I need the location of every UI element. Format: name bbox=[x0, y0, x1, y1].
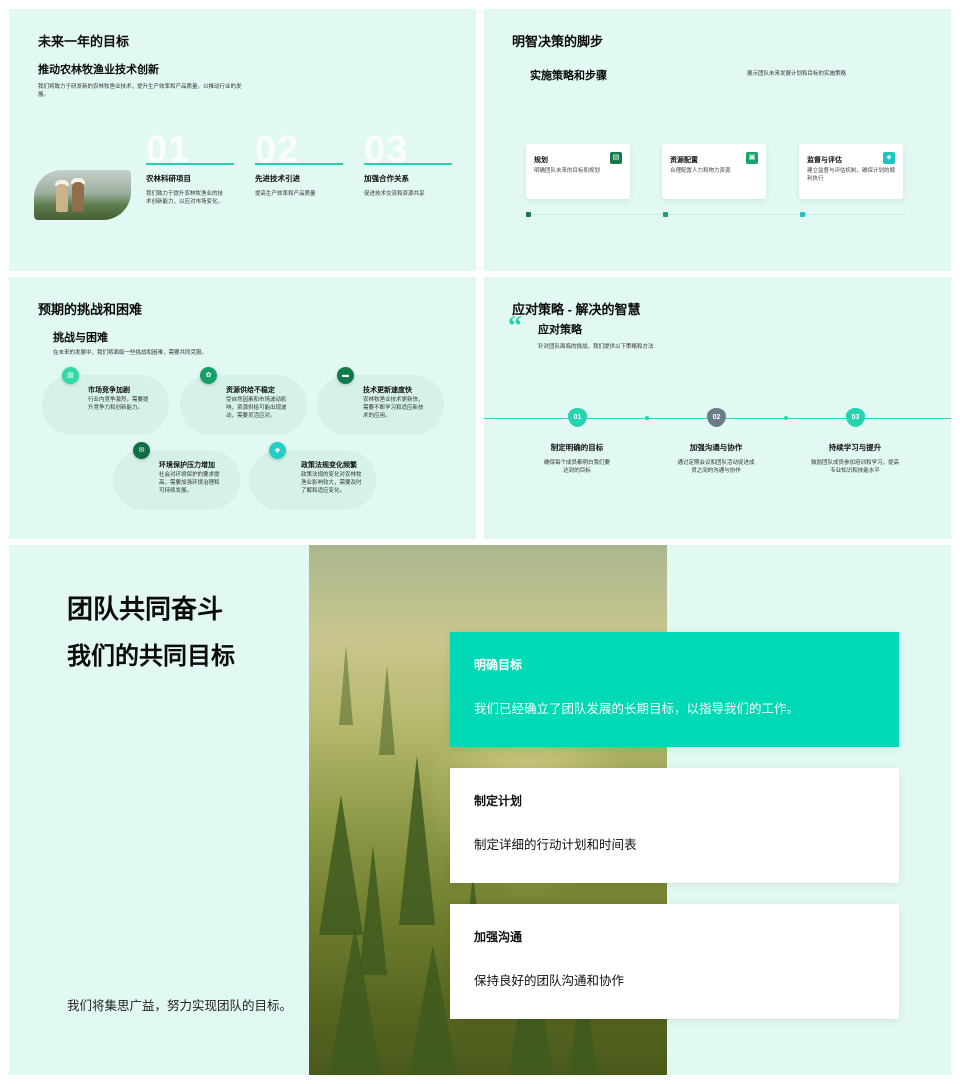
challenge-title: 政策法规变化频繁 bbox=[301, 462, 357, 469]
challenge-title: 技术更新速度快 bbox=[363, 387, 412, 394]
challenge-environment: ✉ 环境保护压力增加 社会对环境保护的要求提高，需要加强环境治理和可持续发展。 bbox=[113, 442, 240, 510]
goal-title: 加强合作关系 bbox=[364, 173, 409, 183]
challenge-technology: ▬ 技术更新速度快 农林牧渔业技术更新快，需要不断学习和适应新技术的应用。 bbox=[317, 367, 444, 435]
strategy-desc: 通过定期会议和团队活动促进成员之间的沟通与协作 bbox=[677, 460, 755, 474]
truck-icon: ▬ bbox=[337, 367, 354, 384]
step-badge: 03 bbox=[846, 408, 865, 427]
mail-icon: ✉ bbox=[133, 442, 150, 459]
challenge-desc: 政策法规的变化对农林牧渔业影响较大，需要及时了解和适应变化。 bbox=[301, 472, 362, 494]
building-icon: ▥ bbox=[62, 367, 79, 384]
goal-card-title: 加强沟通 bbox=[474, 930, 523, 944]
goal-number: 01 bbox=[146, 129, 191, 171]
step-card-desc: 建立监督与评估机制，确保计划的顺利执行 bbox=[807, 168, 896, 182]
step-badge: 02 bbox=[707, 408, 726, 427]
step-card-monitor: 监督与评估 建立监督与评估机制，确保计划的顺利执行 ◈ bbox=[799, 144, 903, 199]
goal-number: 03 bbox=[364, 129, 409, 171]
timeline-dot bbox=[526, 212, 531, 217]
challenge-desc: 行业内竞争激烈，需要提升竞争力和创新能力。 bbox=[88, 397, 149, 411]
slide-challenges: 预期的挑战和困难 挑战与困难 在未来的发展中，我们将面临一些挑战和困难，需要共同… bbox=[9, 277, 476, 539]
challenge-title: 资源供给不稳定 bbox=[226, 387, 275, 394]
slide2-subtitle: 实施策略和步骤 bbox=[530, 70, 607, 82]
goal-title: 农林科研项目 bbox=[146, 173, 191, 183]
slide1-subtitle: 推动农林牧渔业技术创新 bbox=[38, 64, 159, 76]
goal-item-2: 02 先进技术引进 提高生产效率和产品质量 bbox=[255, 129, 343, 198]
timeline-dot bbox=[663, 212, 668, 217]
step-card-desc: 合理配置人力和物力资源 bbox=[670, 168, 731, 174]
step-card-title: 规划 bbox=[534, 157, 548, 164]
strategy-desc: 鼓励团队成员参加培训和学习，提高专业知识和技能水平 bbox=[810, 460, 899, 474]
slide4-title: 应对策略 - 解决的智慧 bbox=[512, 302, 641, 317]
slide1-title: 未来一年的目标 bbox=[38, 34, 130, 49]
goal-card-title: 明确目标 bbox=[474, 658, 523, 672]
quote-icon: “ bbox=[508, 311, 522, 342]
goal-item-1: 01 农林科研项目 我们致力于提升农林牧渔业的技术创新能力，以应对市场变化。 bbox=[146, 129, 234, 206]
slide3-title: 预期的挑战和困难 bbox=[38, 302, 143, 317]
goal-card-clear-goal: 明确目标 我们已经确立了团队发展的长期目标，以指导我们的工作。 bbox=[450, 632, 899, 747]
strategy-desc: 确保每个成员都明白我们要达到的目标 bbox=[544, 460, 611, 474]
strategy-item-3: 持续学习与提升 鼓励团队成员参加培训和学习，提高专业知识和技能水平 bbox=[800, 442, 910, 475]
shield-icon: ◆ bbox=[269, 442, 286, 459]
tag-icon: ◈ bbox=[883, 152, 895, 164]
slide5-subtitle: 我们的共同目标 bbox=[67, 643, 235, 670]
slide-future-goals: 未来一年的目标 推动农林牧渔业技术创新 我们将致力于研发新的农林牧渔业技术，提升… bbox=[9, 9, 476, 271]
step-card-title: 监督与评估 bbox=[807, 157, 842, 164]
slide3-subtitle: 挑战与困难 bbox=[53, 332, 108, 344]
goal-card-desc: 保持良好的团队沟通和协作 bbox=[474, 974, 625, 988]
slide-team-goals: 团队共同奋斗 我们的共同目标 我们将集思广益，努力实现团队的目标。 明确目标 我… bbox=[9, 545, 951, 1075]
strategy-item-2: 加强沟通与协作 通过定期会议和团队活动促进成员之间的沟通与协作 bbox=[661, 442, 771, 475]
goal-card-communication: 加强沟通 保持良好的团队沟通和协作 bbox=[450, 904, 899, 1019]
goal-card-title: 制定计划 bbox=[474, 794, 523, 808]
timeline-dot bbox=[800, 212, 805, 217]
strategy-title: 制定明确的目标 bbox=[550, 443, 604, 452]
slide4-subtitle: 应对策略 bbox=[538, 324, 582, 336]
slide-decision-steps: 明智决策的脚步 实施策略和步骤 展示团队未来发展计划和目标的实施策略 规划 明确… bbox=[484, 9, 951, 271]
strategy-title: 加强沟通与协作 bbox=[689, 443, 743, 452]
strategy-title: 持续学习与提升 bbox=[828, 443, 882, 452]
timeline-track bbox=[526, 214, 906, 215]
goal-desc: 促进技术交流和资源共享 bbox=[364, 190, 425, 197]
challenge-desc: 受自然因素和市场波动影响，资源供给可能出现波动，需要灵活应对。 bbox=[226, 397, 287, 419]
goal-card-desc: 我们已经确立了团队发展的长期目标，以指导我们的工作。 bbox=[474, 702, 800, 716]
slide4-desc: 针对团队面临的挑战，我们提供以下策略和方法 bbox=[538, 344, 654, 350]
chart-icon: ▤ bbox=[610, 152, 622, 164]
farmers-photo bbox=[34, 170, 131, 220]
slide3-desc: 在未来的发展中，我们将面临一些挑战和困难，需要共同克服。 bbox=[53, 350, 208, 356]
slide5-title: 团队共同奋斗 bbox=[67, 594, 224, 624]
gear-icon: ✿ bbox=[200, 367, 217, 384]
challenge-title: 环境保护压力增加 bbox=[159, 462, 215, 469]
step-card-plan: 规划 明确团队未来的目标和规划 ▤ bbox=[526, 144, 630, 199]
goal-item-3: 03 加强合作关系 促进技术交流和资源共享 bbox=[364, 129, 452, 198]
goal-number: 02 bbox=[255, 129, 300, 171]
goal-card-plan: 制定计划 制定详细的行动计划和时间表 bbox=[450, 768, 899, 883]
goal-desc: 提高生产效率和产品质量 bbox=[255, 190, 316, 197]
goal-title: 先进技术引进 bbox=[255, 173, 300, 183]
timeline-dot bbox=[645, 416, 649, 420]
challenge-resources: ✿ 资源供给不稳定 受自然因素和市场波动影响，资源供给可能出现波动，需要灵活应对… bbox=[180, 367, 307, 435]
challenge-policy: ◆ 政策法规变化频繁 政策法规的变化对农林牧渔业影响较大，需要及时了解和适应变化… bbox=[249, 442, 376, 510]
box-icon: ▣ bbox=[746, 152, 758, 164]
goal-desc: 我们致力于提升农林牧渔业的技术创新能力，以应对市场变化。 bbox=[146, 190, 224, 205]
challenge-market: ▥ 市场竞争加剧 行业内竞争激烈，需要提升竞争力和创新能力。 bbox=[42, 367, 169, 435]
strategy-item-1: 制定明确的目标 确保每个成员都明白我们要达到的目标 bbox=[522, 442, 632, 475]
step-badge: 01 bbox=[568, 408, 587, 427]
challenge-desc: 社会对环境保护的要求提高，需要加强环境治理和可持续发展。 bbox=[159, 472, 220, 494]
challenge-desc: 农林牧渔业技术更新快，需要不断学习和适应新技术的应用。 bbox=[363, 397, 424, 419]
slide2-title: 明智决策的脚步 bbox=[512, 34, 604, 49]
slide2-note: 展示团队未来发展计划和目标的实施策略 bbox=[747, 71, 847, 77]
step-card-resources: 资源配置 合理配置人力和物力资源 ▣ bbox=[662, 144, 766, 199]
slide1-desc: 我们将致力于研发新的农林牧渔业技术，提升生产效率和产品质量，以推动行业的发展。 bbox=[38, 84, 242, 98]
timeline-dot bbox=[784, 416, 788, 420]
goal-card-desc: 制定详细的行动计划和时间表 bbox=[474, 838, 637, 852]
challenge-title: 市场竞争加剧 bbox=[88, 387, 130, 394]
step-card-desc: 明确团队未来的目标和规划 bbox=[534, 168, 601, 174]
step-card-title: 资源配置 bbox=[670, 157, 698, 164]
slide5-footer: 我们将集思广益，努力实现团队的目标。 bbox=[67, 999, 293, 1013]
slide-strategies: 应对策略 - 解决的智慧 “ 应对策略 针对团队面临的挑战，我们提供以下策略和方… bbox=[484, 277, 951, 539]
